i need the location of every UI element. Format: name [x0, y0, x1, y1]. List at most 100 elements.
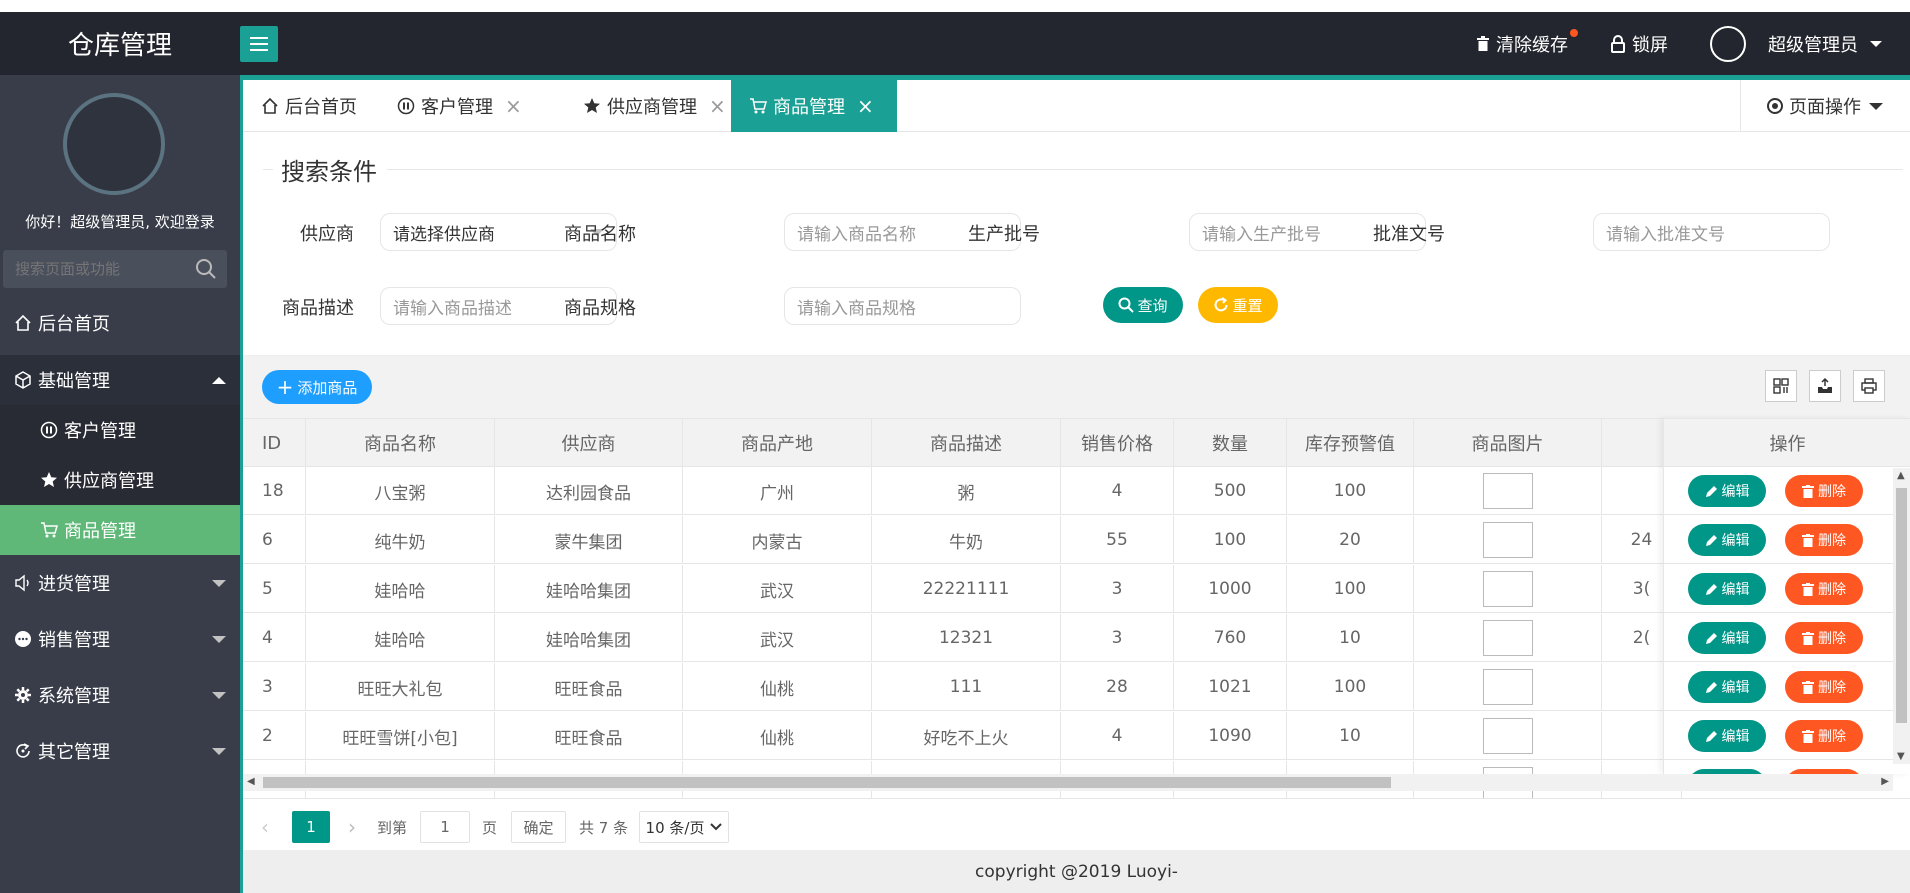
edit-button[interactable]: 编辑 [1688, 475, 1766, 507]
clear-cache-button[interactable]: 清除缓存 [1476, 28, 1578, 57]
pencil-icon [1705, 681, 1717, 693]
tab-label: 后台首页 [285, 97, 357, 118]
prev-page-icon[interactable]: ‹ [261, 811, 269, 843]
tab-suppliers[interactable]: 供应商管理 × [565, 80, 744, 132]
sidebar-item-sales[interactable]: 销售管理 [0, 614, 240, 664]
scrollbar-thumb[interactable] [1896, 488, 1907, 723]
delete-button[interactable]: 删除 [1785, 671, 1863, 703]
tab-home[interactable]: 后台首页 [243, 80, 375, 132]
approval-placeholder: 请输入批准文号 [1606, 224, 1725, 245]
next-page-icon[interactable]: › [348, 811, 356, 843]
columns-filter-button[interactable] [1765, 370, 1797, 402]
column-header-origin[interactable]: 商品产地 [683, 419, 872, 467]
sidebar-item-other[interactable]: 其它管理 [0, 726, 240, 776]
column-header-supplier[interactable]: 供应商 [495, 419, 683, 467]
close-icon[interactable]: × [709, 94, 726, 118]
approval-label: 批准文号 [1373, 224, 1445, 245]
column-header-price[interactable]: 销售价格 [1061, 419, 1174, 467]
approval-input[interactable]: 请输入批准文号 [1593, 213, 1830, 251]
columns-icon [1773, 378, 1789, 394]
broken-image-icon[interactable] [1482, 718, 1533, 754]
cell-warn: 100 [1287, 565, 1414, 613]
edit-button[interactable]: 编辑 [1688, 573, 1766, 605]
broken-image-icon[interactable] [1482, 669, 1533, 705]
refresh-icon [1214, 297, 1228, 312]
cell-supplier: 娃哈哈集团 [495, 614, 683, 662]
column-header-desc[interactable]: 商品描述 [872, 419, 1061, 467]
page-size-select[interactable]: 10 条/页 [639, 811, 729, 843]
query-label: 查询 [1137, 296, 1168, 315]
column-header-qty[interactable]: 数量 [1174, 419, 1287, 467]
reset-button[interactable]: 重置 [1198, 287, 1278, 323]
edit-button[interactable]: 编辑 [1688, 671, 1766, 703]
sidebar-item-suppliers[interactable]: 供应商管理 [0, 455, 240, 505]
tab-customers[interactable]: 客户管理 × [379, 80, 540, 132]
broken-image-icon[interactable] [1482, 473, 1533, 509]
sidebar-item-purchase[interactable]: 进货管理 [0, 558, 240, 608]
print-button[interactable] [1853, 370, 1885, 402]
broken-image-icon[interactable] [1482, 522, 1533, 558]
tab-goods[interactable]: 商品管理 × [731, 80, 897, 132]
cell-price: 4 [1061, 467, 1174, 515]
column-header-id[interactable]: ID [243, 419, 306, 467]
pencil-icon [1705, 730, 1717, 742]
sidebar-item-label: 进货管理 [38, 574, 110, 595]
add-goods-button[interactable]: + 添加商品 [262, 370, 372, 404]
sidebar-search-input[interactable] [3, 250, 183, 288]
search-icon[interactable] [195, 258, 217, 280]
goto-page-input[interactable]: 1 [420, 811, 470, 843]
cell-warn: 100 [1287, 663, 1414, 711]
broken-image-icon[interactable] [1482, 620, 1533, 656]
delete-button[interactable]: 删除 [1785, 524, 1863, 556]
export-button[interactable] [1809, 370, 1841, 402]
trash-icon [1802, 582, 1814, 596]
vertical-scrollbar[interactable]: ▲ ▼ [1893, 468, 1910, 764]
close-icon[interactable]: × [857, 94, 874, 118]
broken-image-icon[interactable] [1482, 571, 1533, 607]
scrollbar-thumb[interactable] [263, 777, 1391, 788]
star-icon [584, 98, 600, 113]
goods-spec-input[interactable]: 请输入商品规格 [784, 287, 1021, 325]
sidebar-item-home[interactable]: 后台首页 [0, 298, 240, 348]
operations-cell: 编辑 删除 [1664, 565, 1910, 613]
delete-button[interactable]: 删除 [1785, 622, 1863, 654]
delete-button[interactable]: 删除 [1785, 720, 1863, 752]
sidebar-item-label: 后台首页 [38, 314, 110, 335]
plus-icon: + [276, 375, 294, 399]
delete-button[interactable]: 删除 [1785, 475, 1863, 507]
cell-image [1414, 663, 1602, 711]
cell-name: 娃哈哈 [306, 565, 495, 613]
page-number-current[interactable]: 1 [292, 811, 330, 843]
delete-label: 删除 [1818, 631, 1846, 647]
pencil-icon [1705, 485, 1717, 497]
edit-label: 编辑 [1721, 582, 1750, 598]
page-operations-label: 页面操作 [1789, 97, 1861, 118]
column-header-image[interactable]: 商品图片 [1414, 419, 1602, 467]
lock-screen-button[interactable]: 锁屏 [1610, 31, 1668, 57]
sidebar-item-goods[interactable]: 商品管理 [0, 505, 240, 555]
page-operations-button[interactable]: 页面操作 [1740, 80, 1910, 132]
operations-cell: 编辑 删除 [1664, 663, 1910, 711]
sidebar-item-system[interactable]: 系统管理 [0, 670, 240, 720]
goto-confirm-button[interactable]: 确定 [511, 811, 566, 843]
footer: copyright @2019 Luoyi- [243, 850, 1910, 893]
chevron-up-icon [212, 377, 226, 384]
column-header-name[interactable]: 商品名称 [306, 419, 495, 467]
cell-image [1414, 516, 1602, 564]
user-menu[interactable]: 超级管理员 [1710, 25, 1882, 62]
cell-origin: 仙桃 [683, 663, 872, 711]
cell-desc: 粥 [872, 467, 1061, 515]
delete-button[interactable]: 删除 [1785, 573, 1863, 605]
column-header-warn[interactable]: 库存预警值 [1287, 419, 1414, 467]
edit-button[interactable]: 编辑 [1688, 622, 1766, 654]
menu-toggle-button[interactable] [240, 26, 278, 62]
table-row: 18 八宝粥 达利园食品 广州粥 4 500 100 [243, 467, 1910, 515]
edit-button[interactable]: 编辑 [1688, 524, 1766, 556]
query-button[interactable]: 查询 [1103, 287, 1183, 323]
sidebar-item-basic[interactable]: 基础管理 [0, 355, 240, 405]
sidebar-item-customers[interactable]: 客户管理 [0, 405, 240, 455]
cell-price: 4 [1061, 712, 1174, 760]
edit-button[interactable]: 编辑 [1688, 720, 1766, 752]
horizontal-scrollbar[interactable]: ◀ ▶ [243, 774, 1893, 791]
close-icon[interactable]: × [505, 94, 522, 118]
